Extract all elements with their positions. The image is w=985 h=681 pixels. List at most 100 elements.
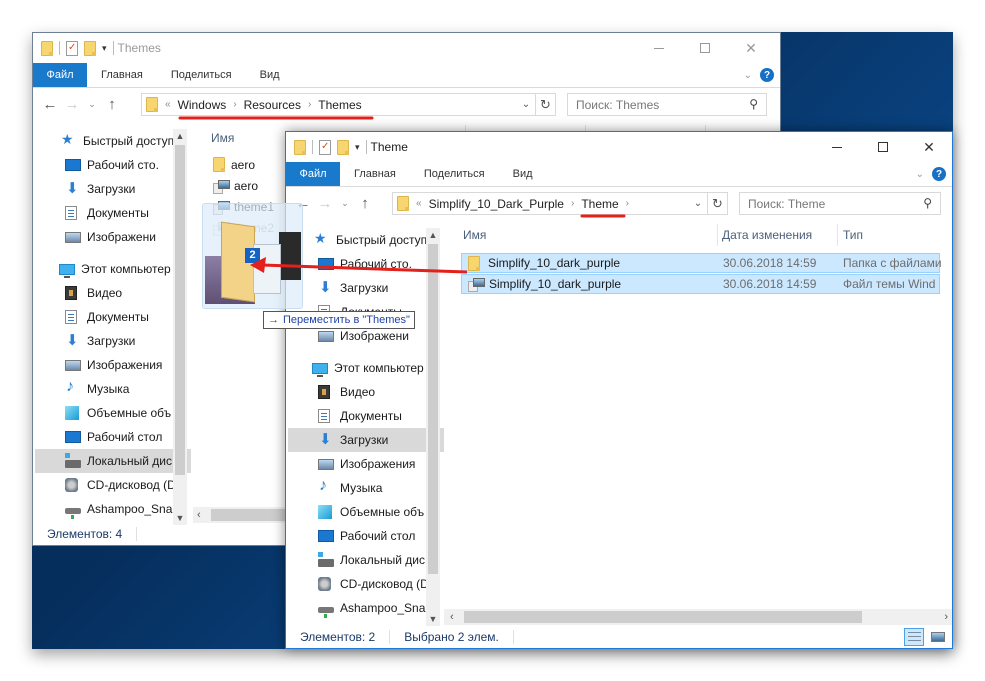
properties-icon[interactable] (66, 40, 78, 56)
help-icon[interactable]: ? (760, 68, 774, 82)
file-row[interactable]: Simplify_10_dark_purple 30.06.2018 14:59… (461, 274, 940, 294)
nav-item[interactable]: Рабочий сто.📌 (288, 252, 444, 276)
scroll-down-icon[interactable]: ▼ (426, 614, 440, 624)
nav-item[interactable]: Документы (288, 404, 444, 428)
nav-item[interactable]: Рабочий стол (35, 425, 191, 449)
breadcrumb-separator-icon[interactable]: › (626, 198, 629, 209)
new-folder-icon[interactable] (337, 139, 349, 155)
nav-item[interactable]: Ashampoo_Snap (288, 596, 444, 620)
scroll-up-icon[interactable]: ▲ (426, 230, 440, 240)
recent-locations-button[interactable]: ⌄ (336, 198, 354, 209)
scroll-up-icon[interactable]: ▲ (173, 131, 187, 141)
breadcrumb-windows[interactable]: Windows (178, 98, 227, 112)
scrollbar-thumb[interactable] (175, 145, 185, 475)
nav-item[interactable]: Музыка (35, 377, 191, 401)
column-divider[interactable] (837, 224, 838, 246)
scroll-left-icon[interactable]: ‹ (450, 609, 454, 625)
folder-icon[interactable] (41, 40, 53, 56)
breadcrumb-theme[interactable]: Theme (581, 197, 618, 211)
refresh-icon[interactable]: ↻ (707, 193, 727, 214)
overflow-chevron-icon[interactable]: « (416, 198, 422, 209)
nav-item[interactable]: Объемные объ (35, 401, 191, 425)
close-button[interactable]: ✕ (906, 132, 952, 162)
expand-ribbon-icon[interactable]: ⌄ (916, 169, 924, 180)
scrollbar-thumb[interactable] (211, 509, 291, 521)
file-item[interactable]: aero (213, 175, 258, 196)
tab-view[interactable]: Вид (246, 63, 294, 87)
nav-item[interactable]: Этот компьютер (35, 257, 191, 281)
address-bar[interactable]: « Simplify_10_Dark_Purple › Theme › ⌄ ↻ (392, 192, 728, 215)
recent-locations-button[interactable]: ⌄ (83, 99, 101, 110)
search-input[interactable]: Поиск: Themes ⚲ (567, 93, 767, 116)
nav-item[interactable]: Изображения (288, 452, 444, 476)
search-icon[interactable]: ⚲ (923, 196, 932, 210)
scroll-down-icon[interactable]: ▼ (173, 513, 187, 523)
forward-button[interactable]: → (61, 96, 83, 113)
nav-pane-scrollbar[interactable]: ▲ ▼ (426, 228, 440, 626)
tab-home[interactable]: Главная (87, 63, 157, 87)
nav-item[interactable]: Изображения (35, 353, 191, 377)
column-header-name[interactable]: Имя (463, 222, 486, 248)
horizontal-scrollbar[interactable]: ‹ › (444, 609, 952, 625)
back-button[interactable]: ← (39, 96, 61, 113)
search-input[interactable]: Поиск: Theme ⚲ (739, 192, 941, 215)
breadcrumb-separator-icon[interactable]: › (308, 99, 311, 110)
up-button[interactable]: ↑ (101, 96, 123, 113)
nav-item[interactable]: Быстрый доступ (35, 129, 191, 153)
scrollbar-thumb[interactable] (464, 611, 862, 623)
scrollbar-thumb[interactable] (428, 244, 438, 574)
scroll-right-icon[interactable]: › (944, 609, 948, 625)
nav-item[interactable]: Рабочий сто.📌 (35, 153, 191, 177)
nav-item[interactable]: Быстрый доступ (288, 228, 444, 252)
help-icon[interactable]: ? (932, 167, 946, 181)
column-header-type[interactable]: Тип (843, 222, 863, 248)
address-dropdown-icon[interactable]: ⌄ (517, 99, 535, 110)
nav-item[interactable]: Загрузки (288, 428, 444, 452)
breadcrumb-separator-icon[interactable]: › (571, 198, 574, 209)
nav-item[interactable]: Этот компьютер (288, 356, 444, 380)
tab-home[interactable]: Главная (340, 162, 410, 186)
nav-item[interactable]: Загрузки (35, 329, 191, 353)
nav-item[interactable]: Локальный дис (288, 548, 444, 572)
nav-item[interactable]: Изображени📌 (35, 225, 191, 249)
column-header-name[interactable]: Имя (211, 125, 234, 151)
nav-item[interactable]: Документы📌 (35, 201, 191, 225)
nav-item[interactable]: CD-дисковод (D (288, 572, 444, 596)
nav-item[interactable]: Рабочий стол (288, 524, 444, 548)
properties-icon[interactable] (319, 139, 331, 155)
breadcrumb-separator-icon[interactable]: › (233, 99, 236, 110)
maximize-button[interactable] (682, 33, 728, 63)
nav-item[interactable]: Музыка (288, 476, 444, 500)
refresh-icon[interactable]: ↻ (535, 94, 555, 115)
minimize-button[interactable] (814, 132, 860, 162)
nav-item[interactable]: Загрузки📌 (35, 177, 191, 201)
overflow-chevron-icon[interactable]: « (165, 99, 171, 110)
nav-item[interactable]: Видео (288, 380, 444, 404)
folder-icon[interactable] (294, 139, 306, 155)
nav-item[interactable]: Ashampoo_Snap (35, 497, 191, 521)
expand-ribbon-icon[interactable]: ⌄ (744, 70, 752, 81)
customize-toolbar-icon[interactable]: ▾ (355, 142, 360, 153)
address-dropdown-icon[interactable]: ⌄ (689, 198, 707, 209)
nav-item[interactable]: CD-дисковод (D (35, 473, 191, 497)
new-folder-icon[interactable] (84, 40, 96, 56)
file-row[interactable]: Simplify_10_dark_purple 30.06.2018 14:59… (461, 253, 942, 273)
scroll-left-icon[interactable]: ‹ (197, 507, 201, 523)
breadcrumb-simplify[interactable]: Simplify_10_Dark_Purple (429, 197, 564, 211)
tab-file[interactable]: Файл (33, 63, 87, 87)
tab-share[interactable]: Поделиться (410, 162, 499, 186)
column-divider[interactable] (717, 224, 718, 246)
column-header-date[interactable]: Дата изменения (722, 222, 812, 248)
tab-file[interactable]: Файл (286, 162, 340, 186)
breadcrumb-themes[interactable]: Themes (318, 98, 361, 112)
customize-toolbar-icon[interactable]: ▾ (102, 43, 107, 54)
up-button[interactable]: ↑ (354, 195, 376, 212)
details-view-button[interactable] (904, 628, 924, 646)
nav-item[interactable]: Локальный дис (35, 449, 191, 473)
nav-item[interactable]: Объемные объ (288, 500, 444, 524)
forward-button[interactable]: → (314, 195, 336, 212)
minimize-button[interactable] (636, 33, 682, 63)
tab-view[interactable]: Вид (499, 162, 547, 186)
nav-item[interactable]: Документы (35, 305, 191, 329)
file-item[interactable]: aero (213, 154, 255, 175)
